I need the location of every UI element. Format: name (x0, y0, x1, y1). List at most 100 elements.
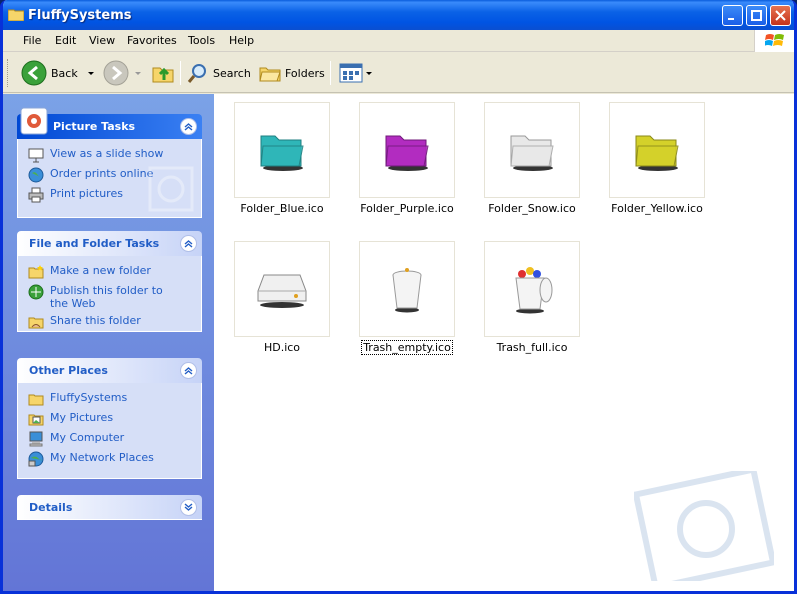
back-label: Back (51, 66, 78, 80)
views-button[interactable] (339, 59, 372, 87)
task-pane: Picture Tasks View as a slide show Order… (3, 94, 214, 591)
task-share-folder[interactable]: Share this folder (28, 314, 201, 330)
search-button[interactable]: Search (187, 59, 251, 87)
pictures-watermark-icon (634, 471, 774, 581)
up-folder-button[interactable] (151, 59, 175, 87)
place-my-pictures[interactable]: My Pictures (28, 411, 201, 427)
file-thumbnail[interactable] (484, 102, 580, 198)
search-label: Search (213, 66, 251, 80)
menu-bar: File Edit View Favorites Tools Help (3, 30, 794, 52)
back-button[interactable]: Back (21, 59, 94, 87)
task-label: Print pictures (50, 187, 123, 200)
printer-icon (28, 187, 44, 203)
new-folder-icon (28, 265, 44, 279)
folder-snow-icon (510, 135, 554, 171)
title-bar[interactable]: FluffySystems (3, 0, 794, 30)
slide-show-icon (28, 148, 44, 163)
windows-flag-icon (765, 34, 784, 46)
minimize-button[interactable] (722, 5, 743, 26)
toolbar: Back Search Folders (3, 53, 794, 93)
picture-tasks-icon (20, 107, 48, 135)
my-pictures-icon (28, 414, 44, 426)
other-places-panel: Other Places FluffySystems My Pictures M… (17, 358, 202, 479)
folder-purple-icon (385, 135, 429, 171)
menu-tools[interactable]: Tools (188, 34, 215, 47)
file-name-label-selected[interactable]: Trash_empty.ico (337, 340, 477, 355)
search-icon (187, 64, 206, 83)
folders-label: Folders (285, 66, 325, 80)
folders-button[interactable]: Folders (259, 59, 325, 87)
file-thumbnail[interactable] (234, 102, 330, 198)
task-label: Make a new folder (50, 264, 151, 277)
share-folder-icon (28, 317, 44, 329)
windows-logo (754, 30, 794, 52)
menu-file[interactable]: File (23, 34, 41, 47)
toolbar-separator (330, 61, 331, 85)
file-thumbnail[interactable] (359, 102, 455, 198)
file-name-label[interactable]: Folder_Blue.ico (212, 202, 352, 215)
back-dropdown-icon[interactable] (87, 71, 94, 75)
hard-drive-icon (257, 274, 307, 308)
file-name-label[interactable]: Folder_Snow.ico (462, 202, 602, 215)
toolbar-grip[interactable] (7, 59, 10, 87)
details-title: Details (29, 500, 73, 514)
file-thumbnail[interactable] (484, 241, 580, 337)
file-folder-tasks-header[interactable]: File and Folder Tasks (17, 231, 202, 256)
place-label: My Network Places (50, 451, 154, 464)
file-name-label[interactable]: Trash_full.ico (462, 341, 602, 354)
menu-edit[interactable]: Edit (55, 34, 76, 47)
place-fluffysystems[interactable]: FluffySystems (28, 391, 201, 407)
chevron-up-icon (184, 123, 193, 131)
task-label: Order prints online (50, 167, 154, 180)
window-title: FluffySystems (28, 8, 132, 23)
file-folder-tasks-title: File and Folder Tasks (29, 237, 160, 250)
file-name-label[interactable]: Folder_Purple.ico (337, 202, 477, 215)
expand-button[interactable] (180, 499, 197, 516)
place-my-computer[interactable]: My Computer (28, 431, 201, 447)
computer-icon (29, 431, 43, 447)
folders-icon (259, 67, 281, 82)
picture-tasks-panel: Picture Tasks View as a slide show Order… (17, 107, 202, 218)
collapse-button[interactable] (180, 118, 197, 135)
file-view[interactable]: Folder_Blue.ico Folder_Purple.ico Folder… (214, 94, 794, 591)
task-make-new-folder[interactable]: Make a new folder (28, 264, 201, 280)
trash-empty-icon (392, 268, 422, 313)
details-header[interactable]: Details (17, 495, 202, 520)
other-places-header[interactable]: Other Places (17, 358, 202, 383)
task-label: View as a slide show (50, 147, 164, 160)
picture-tasks-header[interactable]: Picture Tasks (17, 107, 202, 139)
publish-globe-icon (28, 284, 44, 300)
file-thumbnail[interactable] (359, 241, 455, 337)
menu-favorites[interactable]: Favorites (127, 34, 177, 47)
picture-tasks-body: View as a slide show Order prints online… (17, 139, 202, 218)
views-dropdown-icon[interactable] (366, 71, 372, 75)
maximize-button[interactable] (746, 5, 767, 26)
trash-full-icon (515, 267, 553, 314)
chevron-up-icon (184, 367, 193, 375)
collapse-button[interactable] (180, 362, 197, 379)
views-icon (339, 63, 363, 83)
forward-arrow-icon (103, 60, 129, 86)
forward-button[interactable] (103, 59, 141, 87)
file-folder-tasks-body: Make a new folder Publish this folder to… (17, 256, 202, 332)
place-my-network[interactable]: My Network Places (28, 451, 201, 467)
place-label: My Computer (50, 431, 125, 444)
file-thumbnail[interactable] (234, 241, 330, 337)
file-thumbnail[interactable] (609, 102, 705, 198)
menu-view[interactable]: View (89, 34, 115, 47)
forward-dropdown-icon[interactable] (135, 71, 141, 75)
up-folder-icon (152, 67, 174, 83)
task-publish-web[interactable]: Publish this folder to the Web (28, 284, 201, 310)
task-slide-show[interactable]: View as a slide show (28, 147, 201, 163)
folder-icon (8, 9, 24, 21)
task-label: Share this folder (50, 314, 141, 327)
picture-tasks-title: Picture Tasks (53, 120, 136, 133)
close-button[interactable] (770, 5, 791, 26)
other-places-title: Other Places (29, 364, 108, 377)
file-folder-tasks-panel: File and Folder Tasks Make a new folder … (17, 231, 202, 332)
file-name-label[interactable]: Folder_Yellow.ico (587, 202, 727, 215)
file-name-label[interactable]: HD.ico (212, 341, 352, 354)
menu-help[interactable]: Help (229, 34, 254, 47)
folder-blue-icon (260, 135, 304, 171)
collapse-button[interactable] (180, 235, 197, 252)
